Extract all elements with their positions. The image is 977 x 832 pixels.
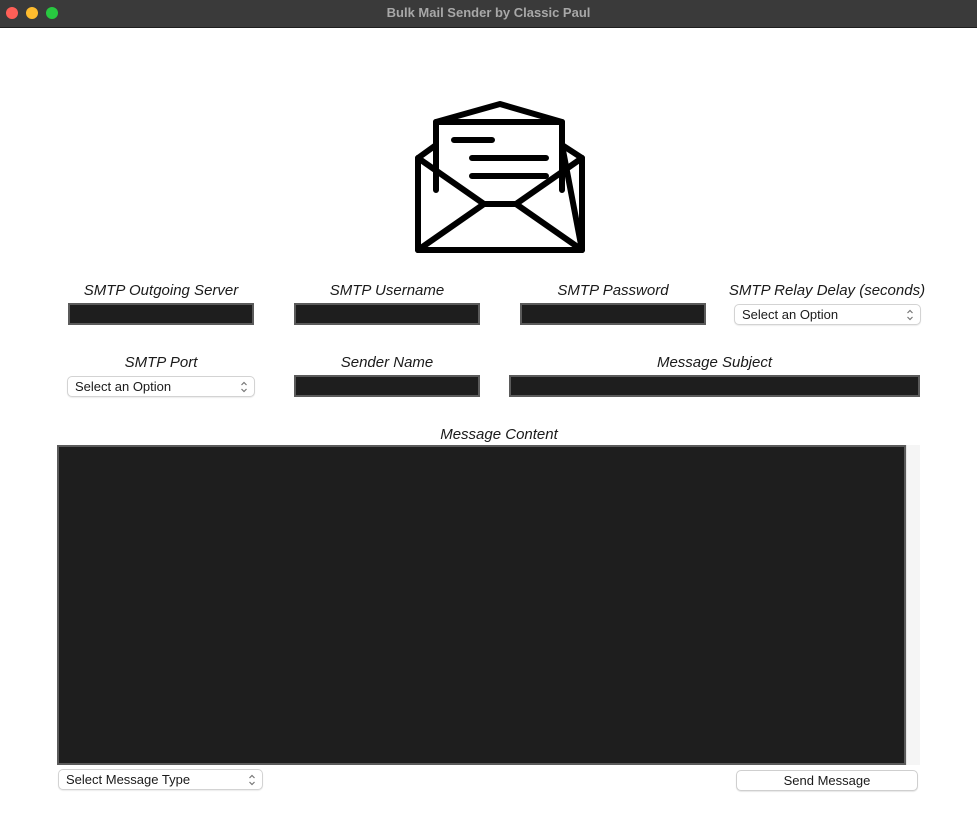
message-subject-input[interactable]: [509, 375, 920, 397]
smtp-username-label: SMTP Username: [329, 282, 445, 299]
sender-name-input[interactable]: [294, 375, 480, 397]
smtp-server-label: SMTP Outgoing Server: [83, 282, 239, 299]
smtp-port-label: SMTP Port: [124, 354, 198, 371]
smtp-delay-select-value: Select an Option: [742, 307, 839, 322]
window-titlebar: Bulk Mail Sender by Classic Paul: [0, 0, 977, 28]
smtp-delay-label: SMTP Relay Delay (seconds): [728, 282, 926, 299]
message-subject-label: Message Subject: [656, 354, 773, 371]
send-message-button[interactable]: Send Message: [736, 770, 918, 791]
message-type-select[interactable]: Select Message Type: [58, 769, 263, 790]
chevron-updown-icon: [241, 381, 247, 393]
envelope-open-icon: [415, 101, 585, 253]
smtp-delay-select[interactable]: Select an Option: [734, 304, 921, 325]
message-content-label: Message Content: [440, 426, 558, 443]
message-content-textarea[interactable]: [57, 445, 906, 765]
message-content-scrollbar[interactable]: [906, 445, 920, 765]
message-type-select-value: Select Message Type: [66, 772, 191, 787]
chevron-updown-icon: [249, 774, 255, 786]
chevron-updown-icon: [907, 309, 913, 321]
smtp-password-label: SMTP Password: [557, 282, 669, 299]
smtp-port-select[interactable]: Select an Option: [67, 376, 255, 397]
sender-name-label: Sender Name: [340, 354, 434, 371]
smtp-port-select-value: Select an Option: [75, 379, 172, 394]
window-title: Bulk Mail Sender by Classic Paul: [386, 5, 591, 20]
smtp-username-input[interactable]: [294, 303, 480, 325]
smtp-password-input[interactable]: [520, 303, 706, 325]
smtp-server-input[interactable]: [68, 303, 254, 325]
